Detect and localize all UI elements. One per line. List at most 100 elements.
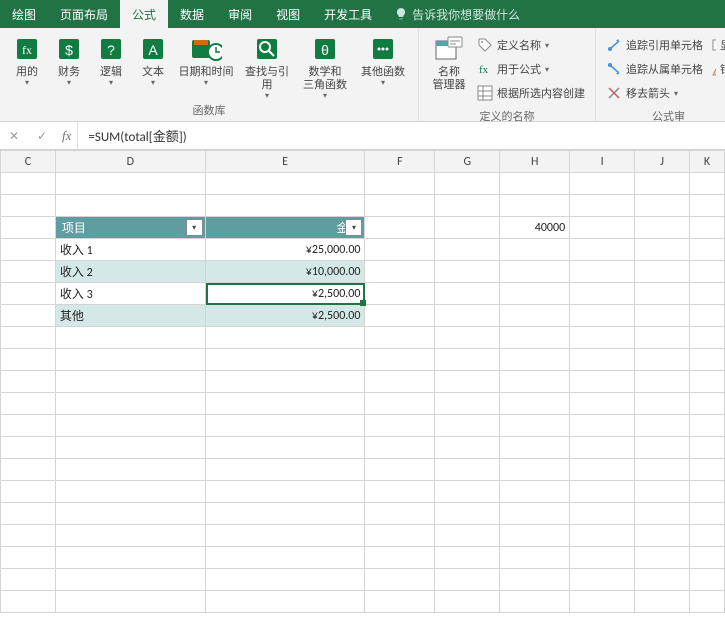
cell[interactable]: [205, 173, 365, 195]
cell[interactable]: [689, 261, 724, 283]
cell[interactable]: [205, 195, 365, 217]
cell[interactable]: [435, 261, 500, 283]
tab-review[interactable]: 审阅: [216, 0, 264, 28]
cell[interactable]: [365, 481, 435, 503]
cell[interactable]: [570, 415, 635, 437]
cell[interactable]: [365, 305, 435, 327]
cell[interactable]: [1, 283, 56, 305]
cell[interactable]: [689, 591, 724, 613]
show-formulas-button[interactable]: 显: [711, 34, 725, 56]
col-header[interactable]: C: [1, 151, 56, 173]
cell[interactable]: [570, 547, 635, 569]
cell[interactable]: [205, 503, 365, 525]
cell[interactable]: ¥10,000.00: [205, 261, 365, 283]
date-time-button[interactable]: 日期和时间: [174, 32, 238, 87]
cell[interactable]: [1, 547, 56, 569]
cell[interactable]: [435, 415, 500, 437]
cell[interactable]: [500, 195, 570, 217]
cell[interactable]: [570, 327, 635, 349]
cell[interactable]: [435, 173, 500, 195]
cell[interactable]: [635, 569, 690, 591]
tab-developer[interactable]: 开发工具: [312, 0, 384, 28]
cell[interactable]: [500, 415, 570, 437]
cell[interactable]: [365, 349, 435, 371]
cell[interactable]: [689, 437, 724, 459]
cell[interactable]: [1, 415, 56, 437]
cell[interactable]: [570, 283, 635, 305]
cell[interactable]: [635, 415, 690, 437]
cell[interactable]: [500, 525, 570, 547]
cell[interactable]: [570, 393, 635, 415]
cell[interactable]: [635, 459, 690, 481]
cell[interactable]: [365, 569, 435, 591]
col-header[interactable]: F: [365, 151, 435, 173]
cell[interactable]: [500, 437, 570, 459]
logical-button[interactable]: ? 逻辑: [90, 32, 132, 87]
trace-precedents-button[interactable]: 追踪引用单元格: [606, 34, 703, 56]
cell[interactable]: 收入 3: [55, 283, 205, 305]
cell[interactable]: [689, 327, 724, 349]
cell[interactable]: [1, 327, 56, 349]
cell[interactable]: [635, 591, 690, 613]
cell[interactable]: [689, 173, 724, 195]
tab-formulas[interactable]: 公式: [120, 0, 168, 28]
filter-button[interactable]: ▾: [345, 219, 362, 236]
cell[interactable]: [500, 371, 570, 393]
cell[interactable]: [205, 481, 365, 503]
cell[interactable]: [55, 349, 205, 371]
cell[interactable]: [500, 283, 570, 305]
cell[interactable]: [689, 239, 724, 261]
cell[interactable]: [205, 327, 365, 349]
cell[interactable]: ¥2,500.00: [205, 283, 365, 305]
cell[interactable]: [1, 239, 56, 261]
cell[interactable]: [635, 525, 690, 547]
cell[interactable]: [55, 591, 205, 613]
filter-button[interactable]: ▾: [186, 219, 203, 236]
cell[interactable]: [205, 547, 365, 569]
cell[interactable]: [689, 217, 724, 239]
cell[interactable]: [689, 547, 724, 569]
cell[interactable]: [55, 503, 205, 525]
cell[interactable]: [365, 239, 435, 261]
cell[interactable]: [689, 525, 724, 547]
cell[interactable]: [435, 195, 500, 217]
cell[interactable]: [570, 591, 635, 613]
cell[interactable]: [435, 547, 500, 569]
cell[interactable]: [500, 591, 570, 613]
cell[interactable]: [365, 217, 435, 239]
cell[interactable]: [205, 525, 365, 547]
cell[interactable]: [635, 195, 690, 217]
cell[interactable]: [689, 283, 724, 305]
cell[interactable]: [55, 195, 205, 217]
col-header[interactable]: D: [55, 151, 205, 173]
cell[interactable]: [500, 349, 570, 371]
cell[interactable]: [635, 547, 690, 569]
cell[interactable]: [1, 437, 56, 459]
cell[interactable]: [689, 459, 724, 481]
cell[interactable]: [689, 305, 724, 327]
cell[interactable]: [500, 239, 570, 261]
col-header[interactable]: H: [500, 151, 570, 173]
cell[interactable]: [205, 569, 365, 591]
cell[interactable]: [570, 217, 635, 239]
cell[interactable]: 收入 1: [55, 239, 205, 261]
cell[interactable]: [500, 503, 570, 525]
cell[interactable]: [205, 459, 365, 481]
trace-dependents-button[interactable]: 追踪从属单元格: [606, 58, 703, 80]
cell[interactable]: [635, 283, 690, 305]
cell[interactable]: [1, 525, 56, 547]
more-functions-button[interactable]: 其他函数: [354, 32, 412, 87]
cell[interactable]: [570, 503, 635, 525]
cell[interactable]: [570, 437, 635, 459]
cell[interactable]: [435, 503, 500, 525]
cell[interactable]: [689, 349, 724, 371]
cell[interactable]: [365, 459, 435, 481]
cell[interactable]: [205, 437, 365, 459]
cell[interactable]: [365, 591, 435, 613]
cell[interactable]: [570, 239, 635, 261]
cell[interactable]: [689, 503, 724, 525]
cell[interactable]: [365, 371, 435, 393]
cell[interactable]: [570, 459, 635, 481]
cell[interactable]: [435, 327, 500, 349]
cell[interactable]: [365, 283, 435, 305]
